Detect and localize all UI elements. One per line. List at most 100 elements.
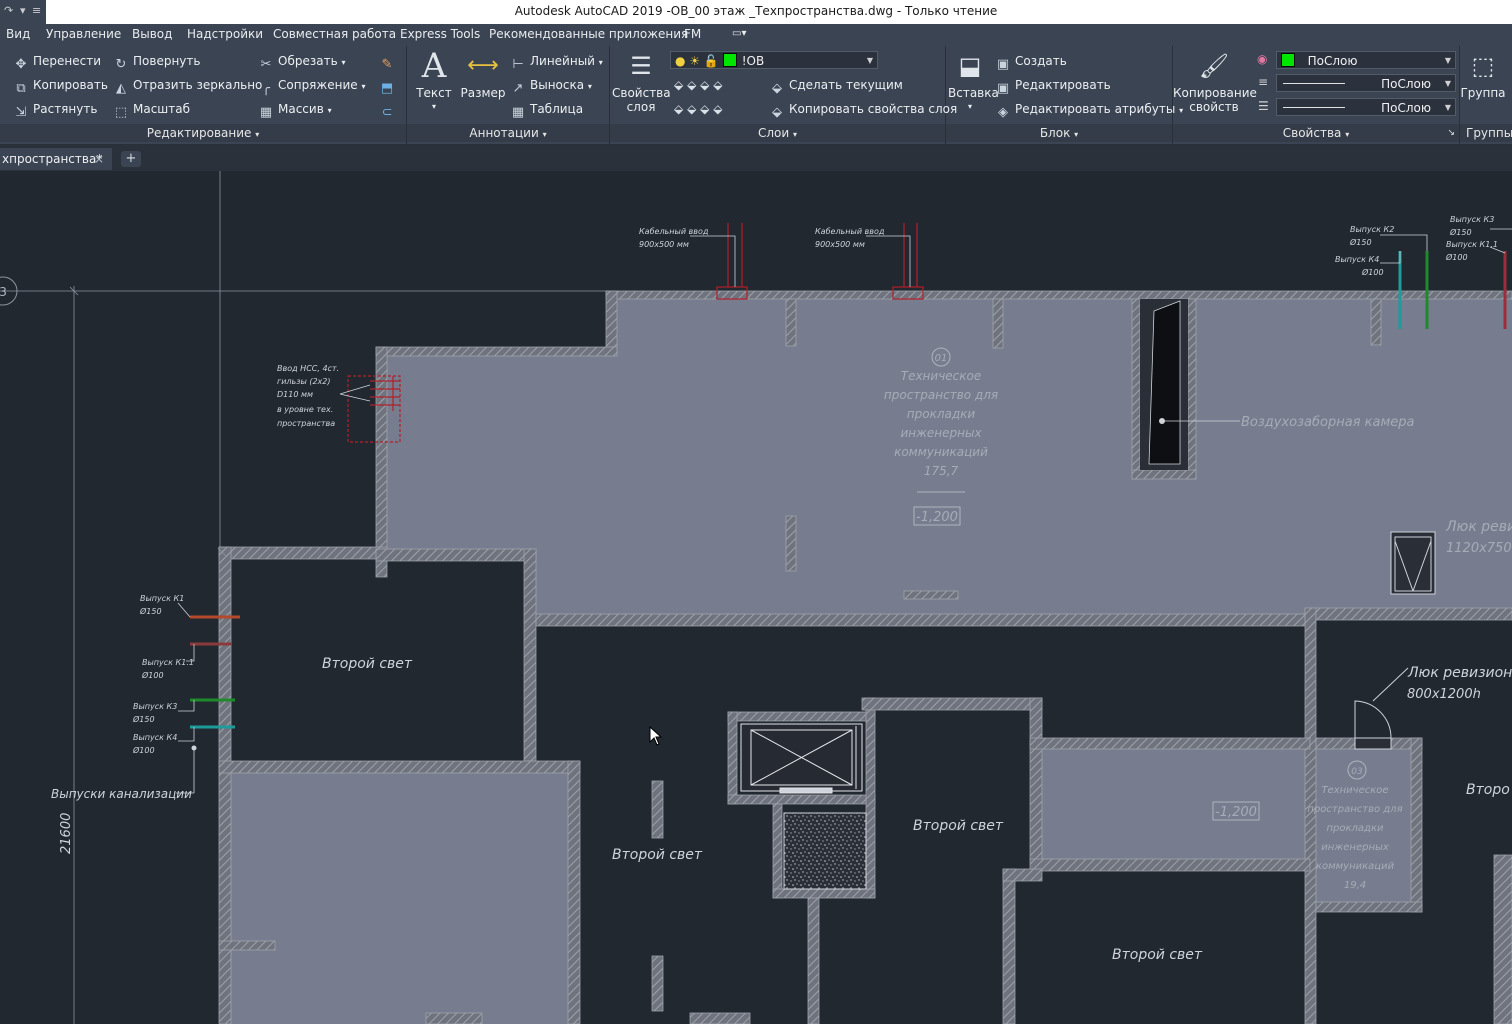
menu-output[interactable]: Вывод: [132, 27, 172, 41]
chevron-down-icon: ▼: [1444, 103, 1451, 112]
panel-properties: 🖌 Копирование свойств ◉ ПоСлою ▼ ≡ ПоСлою…: [1173, 46, 1460, 144]
layer-dropdown[interactable]: ● ☀ 🔓 !ОВ ▼: [670, 51, 878, 69]
panel-block-title[interactable]: Блок ▾: [946, 124, 1172, 142]
explode-button[interactable]: ⬒: [380, 76, 399, 96]
water-input-line5: пространства: [277, 419, 335, 428]
layer-color-swatch: [722, 53, 737, 67]
layer-isolate-icon: ⬙: [687, 78, 697, 92]
layer-on-icon: ⬙: [674, 102, 684, 116]
cable-label-2-line1: Кабельный ввод: [815, 227, 885, 236]
panel-edit-title[interactable]: Редактирование ▾: [0, 124, 406, 142]
drawing-canvas[interactable]: 3 21600 Кабельный ввод 900х500 мм Кабель…: [0, 171, 1512, 1024]
file-tab-bar: хпространства* × +: [0, 145, 1512, 171]
offset-button[interactable]: ⊂: [380, 100, 399, 120]
water-input-line2: гильзы (2х2): [277, 377, 331, 386]
menu-collaborate[interactable]: Совместная работа: [273, 27, 396, 41]
hatch-2-line1: Люк ревизионн: [1407, 665, 1512, 681]
linetype-dropdown[interactable]: ПоСлою ▼: [1276, 74, 1456, 92]
text-button[interactable]: A Текст ▾: [411, 46, 457, 114]
stretch-icon: ⇲: [15, 105, 27, 120]
menu-featured-apps[interactable]: Рекомендованные приложения: [489, 27, 688, 41]
copy-button[interactable]: ⧉ Копировать: [14, 76, 108, 96]
layer-unisolate-icon: ⬙: [687, 102, 697, 116]
left-k1-label: Выпуск К1: [140, 594, 184, 603]
panel-properties-title[interactable]: Свойства ▾ ↘: [1173, 124, 1459, 142]
dimension-button[interactable]: ⟷ Размер: [459, 50, 507, 100]
array-button[interactable]: ▦ Массив ▾: [259, 100, 332, 120]
water-input-line4: в уровне тех.: [277, 405, 333, 414]
menu-bar: Вид Управление Вывод Надстройки Совместн…: [0, 24, 1512, 46]
panel-annotation-title[interactable]: Аннотации ▾: [407, 124, 609, 142]
match-properties-icon: 🖌: [1198, 52, 1230, 80]
water-input-line1: Ввод НСС, 4ст.: [277, 364, 339, 373]
chevron-down-icon: ▼: [1444, 79, 1451, 88]
linear-button[interactable]: ⊢ Линейный ▾: [511, 52, 602, 72]
make-current-button[interactable]: ⬙ Сделать текущим: [770, 76, 903, 96]
second-light-label-2: Второй свет: [612, 847, 703, 863]
copy-layer-props-button[interactable]: ⬙ Копировать свойства слоя: [770, 100, 957, 120]
lineweight-icon: ☰: [1258, 99, 1269, 113]
outlet-k2-diameter: Ø150: [1349, 237, 1372, 247]
copy-icon: ⧉: [16, 81, 26, 96]
mouse-cursor-icon: [649, 726, 663, 746]
fillet-button[interactable]: ╭ Сопряжение ▾: [259, 76, 365, 96]
stretch-button[interactable]: ⇲ Растянуть: [14, 100, 98, 120]
layer-tools-row1[interactable]: ⬙ ⬙ ⬙ ⬙: [674, 76, 722, 94]
file-tab-active[interactable]: хпространства* ×: [0, 148, 112, 170]
group-button[interactable]: ⬚ Группа: [1460, 50, 1506, 100]
layer-freeze-icon: ⬙: [700, 78, 710, 92]
panel-groups-title[interactable]: Группы: [1460, 124, 1512, 142]
create-block-icon: ▣: [996, 57, 1010, 72]
ribbon: ✥ Перенести ↻ Повернуть ✂ Обрезать ▾ ⧉ Копир…: [0, 46, 1512, 145]
elevator-box: [740, 723, 863, 794]
insert-button[interactable]: ⬓ Вставка ▾: [948, 50, 999, 114]
plus-icon: +: [125, 151, 137, 166]
scale-button[interactable]: ⬚ Масштаб: [114, 100, 190, 120]
new-tab-button[interactable]: +: [121, 151, 141, 167]
panel-layers: ☰ Свойства слоя ● ☀ 🔓 !ОВ ▼ ⬙ ⬙ ⬙ ⬙ ⬙ Сде…: [610, 46, 957, 144]
sewer-outlets-label: Выпуски канализации: [51, 787, 192, 801]
trim-button[interactable]: ✂ Обрезать ▾: [259, 52, 346, 72]
edit-attributes-button[interactable]: ◈ Редактировать атрибуты ▾: [996, 100, 1183, 120]
table-button[interactable]: ▦ Таблица: [511, 100, 583, 120]
leader-button[interactable]: ↗ Выноска ▾: [511, 76, 592, 96]
room-1-line1: Техническое: [901, 369, 982, 383]
color-dropdown[interactable]: ПоСлою ▼: [1276, 51, 1456, 69]
lightbulb-icon: ●: [675, 54, 686, 68]
move-button[interactable]: ✥ Перенести: [14, 52, 101, 72]
layer-properties-button[interactable]: ☰ Свойства слоя: [612, 50, 671, 114]
cable-label-2-line2: 900х500 мм: [815, 240, 865, 249]
mirror-button[interactable]: ◭ Отразить зеркально: [114, 76, 262, 96]
menu-express-tools[interactable]: Express Tools: [400, 27, 480, 41]
ribbon-toggle-icon[interactable]: ▭▾: [732, 28, 746, 39]
lineweight-dropdown[interactable]: ПоСлою ▼: [1276, 98, 1456, 116]
menu-view[interactable]: Вид: [6, 27, 30, 41]
room-3-line2: пространство для: [1307, 804, 1402, 815]
match-properties-button[interactable]: 🖌 Копирование свойств: [1173, 50, 1257, 114]
left-k11-label: Выпуск К1.1: [142, 658, 194, 667]
text-icon: A: [421, 46, 447, 86]
panel-groups: ⬚ Группа Группы: [1460, 46, 1512, 144]
layer-tools-row2[interactable]: ⬙ ⬙ ⬙ ⬙: [674, 100, 722, 118]
fillet-icon: ╭: [262, 81, 270, 96]
panel-layers-title[interactable]: Слои ▾: [610, 124, 945, 142]
match-layer-icon: ⬙: [772, 105, 782, 120]
inspection-hatch-1: [1390, 531, 1436, 595]
menu-manage[interactable]: Управление: [46, 27, 121, 41]
room-3-number: 03: [1351, 767, 1363, 777]
scissors-icon: ✂: [260, 57, 272, 72]
create-block-button[interactable]: ▣ Создать: [996, 52, 1067, 72]
dialog-launcher-icon[interactable]: ↘: [1447, 124, 1455, 142]
move-icon: ✥: [15, 57, 27, 72]
rotate-button[interactable]: ↻ Повернуть: [114, 52, 201, 72]
room-1-number: 01: [935, 353, 948, 364]
edit-block-button[interactable]: ▣ Редактировать: [996, 76, 1111, 96]
menu-fm[interactable]: FM: [684, 27, 701, 41]
insert-block-icon: ⬓: [958, 52, 982, 80]
erase-button[interactable]: ✎: [380, 52, 399, 72]
hatch-1-line1: Люк реви: [1445, 519, 1512, 535]
menu-addins[interactable]: Надстройки: [187, 27, 263, 41]
close-icon[interactable]: ×: [94, 148, 104, 170]
second-light-label-4: Второй свет: [1112, 947, 1203, 963]
chevron-down-icon: ▼: [866, 56, 873, 65]
